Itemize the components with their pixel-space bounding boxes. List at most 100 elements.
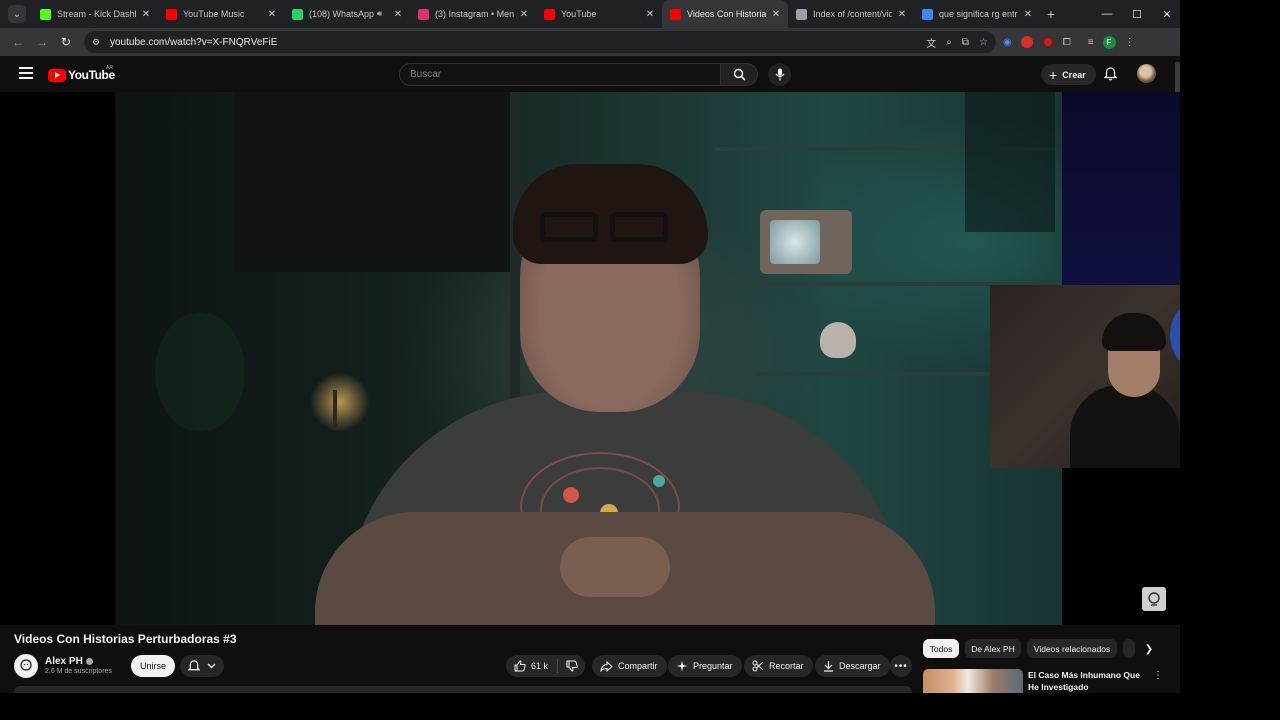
- thumbs-down-icon: [566, 660, 578, 672]
- ask-button[interactable]: Preguntar: [668, 655, 742, 677]
- youtube-music-icon: [166, 8, 177, 20]
- search-placeholder: Buscar: [410, 69, 442, 80]
- address-bar[interactable]: ⚙ youtube.com/watch?v=X-FNQRVeFiE 文 ⌕ ⧉ …: [84, 31, 996, 53]
- search-button[interactable]: [720, 63, 758, 86]
- translate-icon[interactable]: 文: [926, 35, 936, 50]
- browser-tab[interactable]: YouTube Music ✕: [158, 0, 284, 28]
- video-player[interactable]: [0, 92, 1180, 625]
- like-button[interactable]: [514, 660, 526, 672]
- close-tab-icon[interactable]: ✕: [770, 9, 782, 20]
- tab-label: YouTube: [561, 9, 597, 19]
- extension-record-icon[interactable]: [1041, 36, 1054, 48]
- clip-button[interactable]: Recortar: [744, 655, 813, 677]
- tab-label: que significa rg entre: [939, 9, 1018, 19]
- lamp-stand: [333, 390, 337, 430]
- globe-icon: [796, 8, 807, 20]
- subscription-bell-button[interactable]: [180, 655, 224, 677]
- back-icon[interactable]: ←: [6, 35, 30, 49]
- recommendation-more-icon[interactable]: ⋮: [1153, 670, 1163, 681]
- google-icon: [922, 8, 933, 20]
- presenter-hands: [560, 537, 670, 597]
- like-count[interactable]: 61 k: [531, 661, 557, 671]
- recommendation-thumbnail[interactable]: [923, 669, 1023, 693]
- chip-related[interactable]: Videos relacionados: [1027, 639, 1117, 658]
- dislike-button[interactable]: [566, 660, 578, 672]
- thumbs-up-icon: [514, 660, 526, 672]
- streamer-webcam-overlay: [990, 285, 1180, 468]
- extensions-puzzle-icon[interactable]: ⧠: [1063, 37, 1071, 48]
- share-icon: [600, 660, 613, 672]
- join-button[interactable]: Unirse: [131, 655, 175, 677]
- create-label: Crear: [1062, 69, 1086, 80]
- description-box[interactable]: [14, 686, 912, 693]
- chevron-right-icon[interactable]: ❯: [1140, 640, 1158, 658]
- close-tab-icon[interactable]: ✕: [518, 9, 530, 20]
- channel-watermark-icon[interactable]: [1142, 587, 1166, 611]
- close-tab-icon[interactable]: ✕: [392, 9, 404, 20]
- hamburger-menu-icon[interactable]: [19, 67, 33, 79]
- share-button[interactable]: Compartir: [592, 655, 667, 677]
- search-input[interactable]: Buscar: [399, 63, 721, 86]
- clip-label: Recortar: [769, 661, 804, 671]
- new-tab-icon[interactable]: +: [1040, 6, 1062, 22]
- extensions-area: ◉ ⧠ ≡ F ⋮: [1003, 28, 1135, 56]
- youtube-header: YouTube AR Buscar + Crear: [0, 56, 1180, 92]
- channel-avatar[interactable]: [14, 654, 38, 678]
- video-title: Videos Con Historias Perturbadoras #3: [14, 632, 237, 646]
- extension-red-icon[interactable]: [1020, 36, 1033, 48]
- browser-tab[interactable]: que significa rg entre ✕: [914, 0, 1040, 28]
- notifications-button[interactable]: [1102, 66, 1118, 82]
- browser-tab[interactable]: (3) Instagram • Mensajes ✕: [410, 0, 536, 28]
- voice-search-button[interactable]: [768, 63, 791, 86]
- channel-name[interactable]: Alex PH: [45, 656, 93, 667]
- download-label: Descargar: [839, 661, 881, 671]
- shirt-planet: [563, 487, 579, 503]
- create-button[interactable]: + Crear: [1041, 64, 1096, 85]
- zoom-icon[interactable]: ⌕: [946, 37, 952, 48]
- browser-tab[interactable]: Stream - Kick Dashboard ✕: [32, 0, 158, 28]
- close-tab-icon[interactable]: ✕: [1022, 9, 1034, 20]
- account-avatar[interactable]: [1137, 64, 1156, 83]
- chip-from-channel[interactable]: De Alex PH: [965, 639, 1021, 658]
- close-tab-icon[interactable]: ✕: [896, 9, 908, 20]
- close-window-icon[interactable]: ✕: [1152, 0, 1180, 28]
- webcam-person-body: [1070, 385, 1180, 468]
- bookmark-star-icon[interactable]: ☆: [979, 37, 988, 48]
- profile-avatar-icon[interactable]: F: [1102, 35, 1116, 49]
- recommendation-title[interactable]: El Caso Más Inhumano Que He Investigado: [1028, 669, 1148, 693]
- reload-icon[interactable]: ↻: [54, 35, 78, 49]
- webcam-blue-object: [1170, 300, 1180, 370]
- channel-name-text[interactable]: Alex PH: [45, 656, 83, 667]
- browser-tab[interactable]: YouTube ✕: [536, 0, 662, 28]
- site-info-icon[interactable]: ⚙: [92, 37, 106, 48]
- install-icon[interactable]: ⧉: [962, 37, 969, 48]
- forward-icon[interactable]: →: [30, 35, 54, 49]
- maximize-icon[interactable]: ☐: [1122, 0, 1152, 28]
- video-content: [115, 92, 1062, 625]
- chip-all[interactable]: Todos: [923, 639, 959, 658]
- close-tab-icon[interactable]: ✕: [644, 9, 656, 20]
- more-actions-button[interactable]: •••: [890, 655, 912, 677]
- extension-blue-icon[interactable]: ◉: [1003, 37, 1012, 48]
- tab-search-icon[interactable]: ⌄: [8, 5, 26, 23]
- tab-label: Stream - Kick Dashboard: [57, 9, 136, 19]
- browser-tab[interactable]: (108) WhatsApp 🔊︎ ✕: [284, 0, 410, 28]
- instagram-icon: [418, 8, 429, 20]
- youtube-logo[interactable]: YouTube: [48, 68, 115, 82]
- browser-tab[interactable]: Videos Con Historias Pe ✕: [662, 0, 788, 28]
- download-button[interactable]: Descargar: [815, 655, 890, 677]
- minimize-icon[interactable]: —: [1092, 0, 1122, 28]
- browser-tab[interactable]: Index of /content/vide ✕: [788, 0, 914, 28]
- close-tab-icon[interactable]: ✕: [140, 9, 152, 20]
- search-icon: [733, 68, 746, 81]
- chip-partial[interactable]: [1123, 639, 1135, 658]
- speaker-icon[interactable]: 🔊︎: [377, 9, 382, 19]
- tab-strip: ⌄ Stream - Kick Dashboard ✕ YouTube Music ✕…: [0, 0, 1180, 28]
- close-tab-icon[interactable]: ✕: [266, 9, 278, 20]
- ask-label: Preguntar: [693, 661, 733, 671]
- youtube-play-icon: [48, 68, 66, 82]
- shirt-planet: [653, 475, 665, 487]
- browser-menu-icon[interactable]: ⋮: [1125, 37, 1135, 48]
- url-text[interactable]: youtube.com/watch?v=X-FNQRVeFiE: [110, 37, 277, 48]
- media-control-icon[interactable]: ≡: [1088, 37, 1094, 48]
